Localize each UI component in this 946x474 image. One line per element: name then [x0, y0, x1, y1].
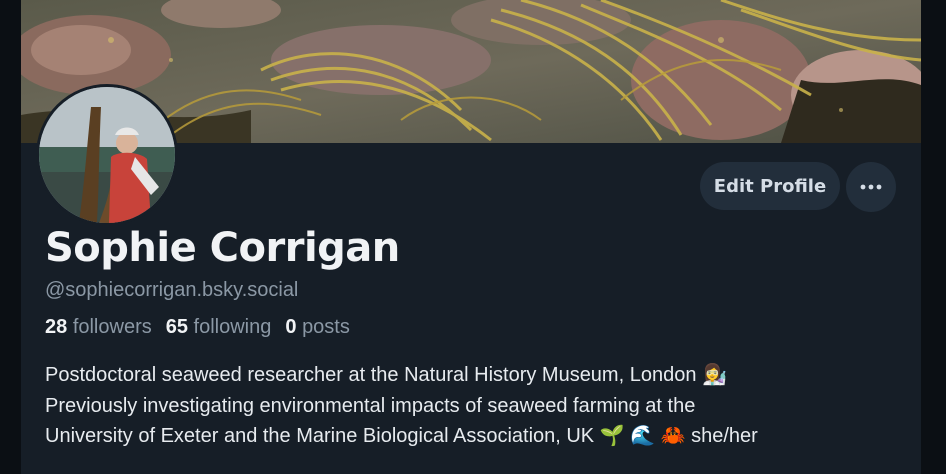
- bio-line: University of Exeter and the Marine Biol…: [45, 425, 758, 447]
- edit-profile-button[interactable]: Edit Profile: [700, 162, 840, 210]
- posts-stat: 0 posts: [285, 316, 350, 339]
- following-count: 65: [165, 316, 188, 338]
- profile-avatar[interactable]: [36, 84, 178, 226]
- profile-stats: 28 followers 65 following 0 posts: [45, 316, 350, 339]
- following-label: following: [193, 316, 272, 338]
- profile-card: Edit Profile Sophie Corrigan @sophiecorr…: [21, 0, 921, 474]
- following-stat[interactable]: 65 following: [166, 316, 272, 339]
- profile-handle: @sophiecorrigan.bsky.social: [45, 279, 299, 301]
- more-options-button[interactable]: [846, 162, 896, 212]
- posts-label: posts: [302, 316, 350, 338]
- page: Edit Profile Sophie Corrigan @sophiecorr…: [0, 0, 946, 474]
- followers-label: followers: [72, 316, 152, 338]
- followers-stat[interactable]: 28 followers: [45, 316, 152, 339]
- posts-count: 0: [285, 316, 297, 338]
- more-horizontal-icon: [860, 184, 882, 190]
- display-name: Sophie Corrigan: [45, 225, 400, 271]
- bio-line: Postdoctoral seaweed researcher at the N…: [45, 364, 727, 386]
- profile-bio: Postdoctoral seaweed researcher at the N…: [45, 360, 915, 452]
- followers-count: 28: [45, 316, 68, 338]
- bio-line: Previously investigating environmental i…: [45, 394, 696, 417]
